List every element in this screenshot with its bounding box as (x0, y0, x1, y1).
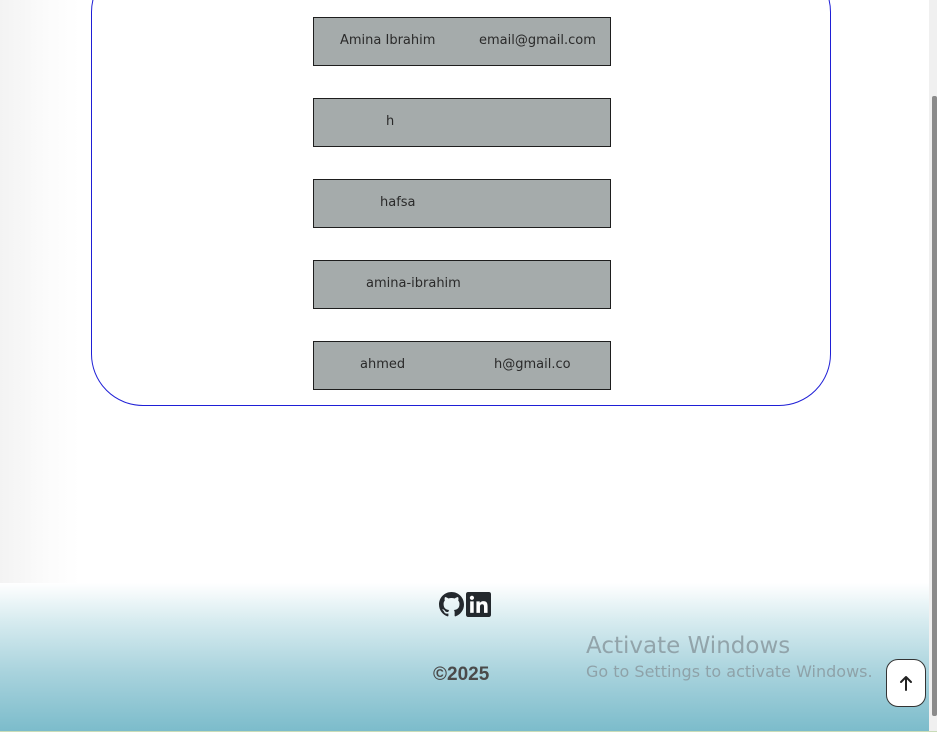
bottom-edge (0, 731, 937, 737)
user-email: h@gmail.co (494, 357, 571, 372)
user-name: h (386, 114, 395, 129)
copyright-text: ©2025 (433, 664, 490, 685)
vertical-scrollbar[interactable] (929, 0, 937, 731)
social-links (439, 592, 491, 618)
github-icon[interactable] (439, 592, 464, 617)
user-name: amina-ibrahim (366, 276, 461, 291)
user-card[interactable]: h (313, 98, 611, 147)
watermark-title: Activate Windows (586, 633, 791, 659)
user-email: email@gmail.com (479, 33, 596, 48)
arrow-up-icon (900, 676, 912, 691)
scrollbar-thumb[interactable] (932, 96, 937, 716)
page: Amina Ibrahim email@gmail.com h hafsa am… (0, 0, 929, 731)
user-name: hafsa (380, 195, 416, 210)
user-card[interactable]: amina-ibrahim (313, 260, 611, 309)
linkedin-icon[interactable] (466, 592, 491, 617)
windows-activation-watermark: Activate Windows Go to Settings to activ… (586, 632, 873, 684)
user-card[interactable]: ahmed h@gmail.co (313, 341, 611, 390)
watermark-subtitle: Go to Settings to activate Windows. (586, 662, 873, 681)
scroll-to-top-button[interactable] (886, 659, 926, 707)
user-name: Amina Ibrahim (340, 33, 436, 48)
user-name: ahmed (360, 357, 406, 372)
user-card[interactable]: hafsa (313, 179, 611, 228)
user-card[interactable]: Amina Ibrahim email@gmail.com (313, 17, 611, 66)
